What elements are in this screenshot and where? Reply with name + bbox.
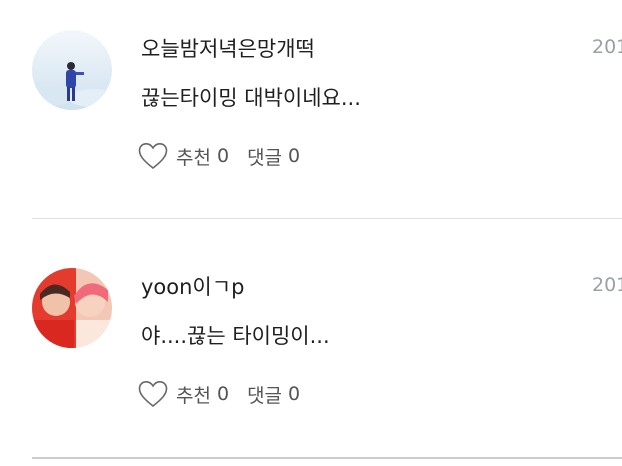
avatar[interactable] <box>32 30 112 110</box>
reply-label: 댓글 <box>247 146 283 169</box>
comment-actions: 추천 0 댓글 0 <box>138 379 300 409</box>
comment-item: 오늘밤저녁은망개떡 201 끊는타이밍 대박이네요... 추천 0 댓글 0 <box>0 0 622 220</box>
comment-text: 끊는타이밍 대박이네요... <box>141 86 361 110</box>
like-label: 추천 <box>176 146 211 169</box>
reply-label: 댓글 <box>247 384 283 407</box>
like-count: 0 <box>216 145 230 167</box>
comment-date: 201 <box>592 36 622 58</box>
reply-button[interactable]: 댓글 0 <box>247 381 300 408</box>
like-label: 추천 <box>176 384 211 407</box>
reply-button[interactable]: 댓글 0 <box>247 143 300 170</box>
heart-outline-icon <box>138 142 168 170</box>
avatar[interactable] <box>32 268 112 348</box>
reply-count: 0 <box>288 383 301 405</box>
comment-author[interactable]: yoon이ㄱp <box>141 271 244 301</box>
comment-date: 201 <box>592 274 622 296</box>
avatar-image <box>32 268 112 348</box>
comment-text: 야....끊는 타이밍이... <box>141 324 330 348</box>
comment-actions: 추천 0 댓글 0 <box>138 141 300 171</box>
avatar-image <box>32 30 112 110</box>
comment-author[interactable]: 오늘밤저녁은망개떡 <box>141 33 315 63</box>
comment-divider <box>32 218 622 219</box>
like-count: 0 <box>216 383 230 405</box>
reply-count: 0 <box>288 145 301 167</box>
comment-item: yoon이ㄱp 201 야....끊는 타이밍이... 추천 0 댓글 0 <box>0 238 622 458</box>
list-bottom-border <box>32 457 622 459</box>
heart-outline-icon <box>138 380 168 408</box>
like-button[interactable]: 추천 0 <box>138 142 229 170</box>
like-button[interactable]: 추천 0 <box>138 380 229 408</box>
